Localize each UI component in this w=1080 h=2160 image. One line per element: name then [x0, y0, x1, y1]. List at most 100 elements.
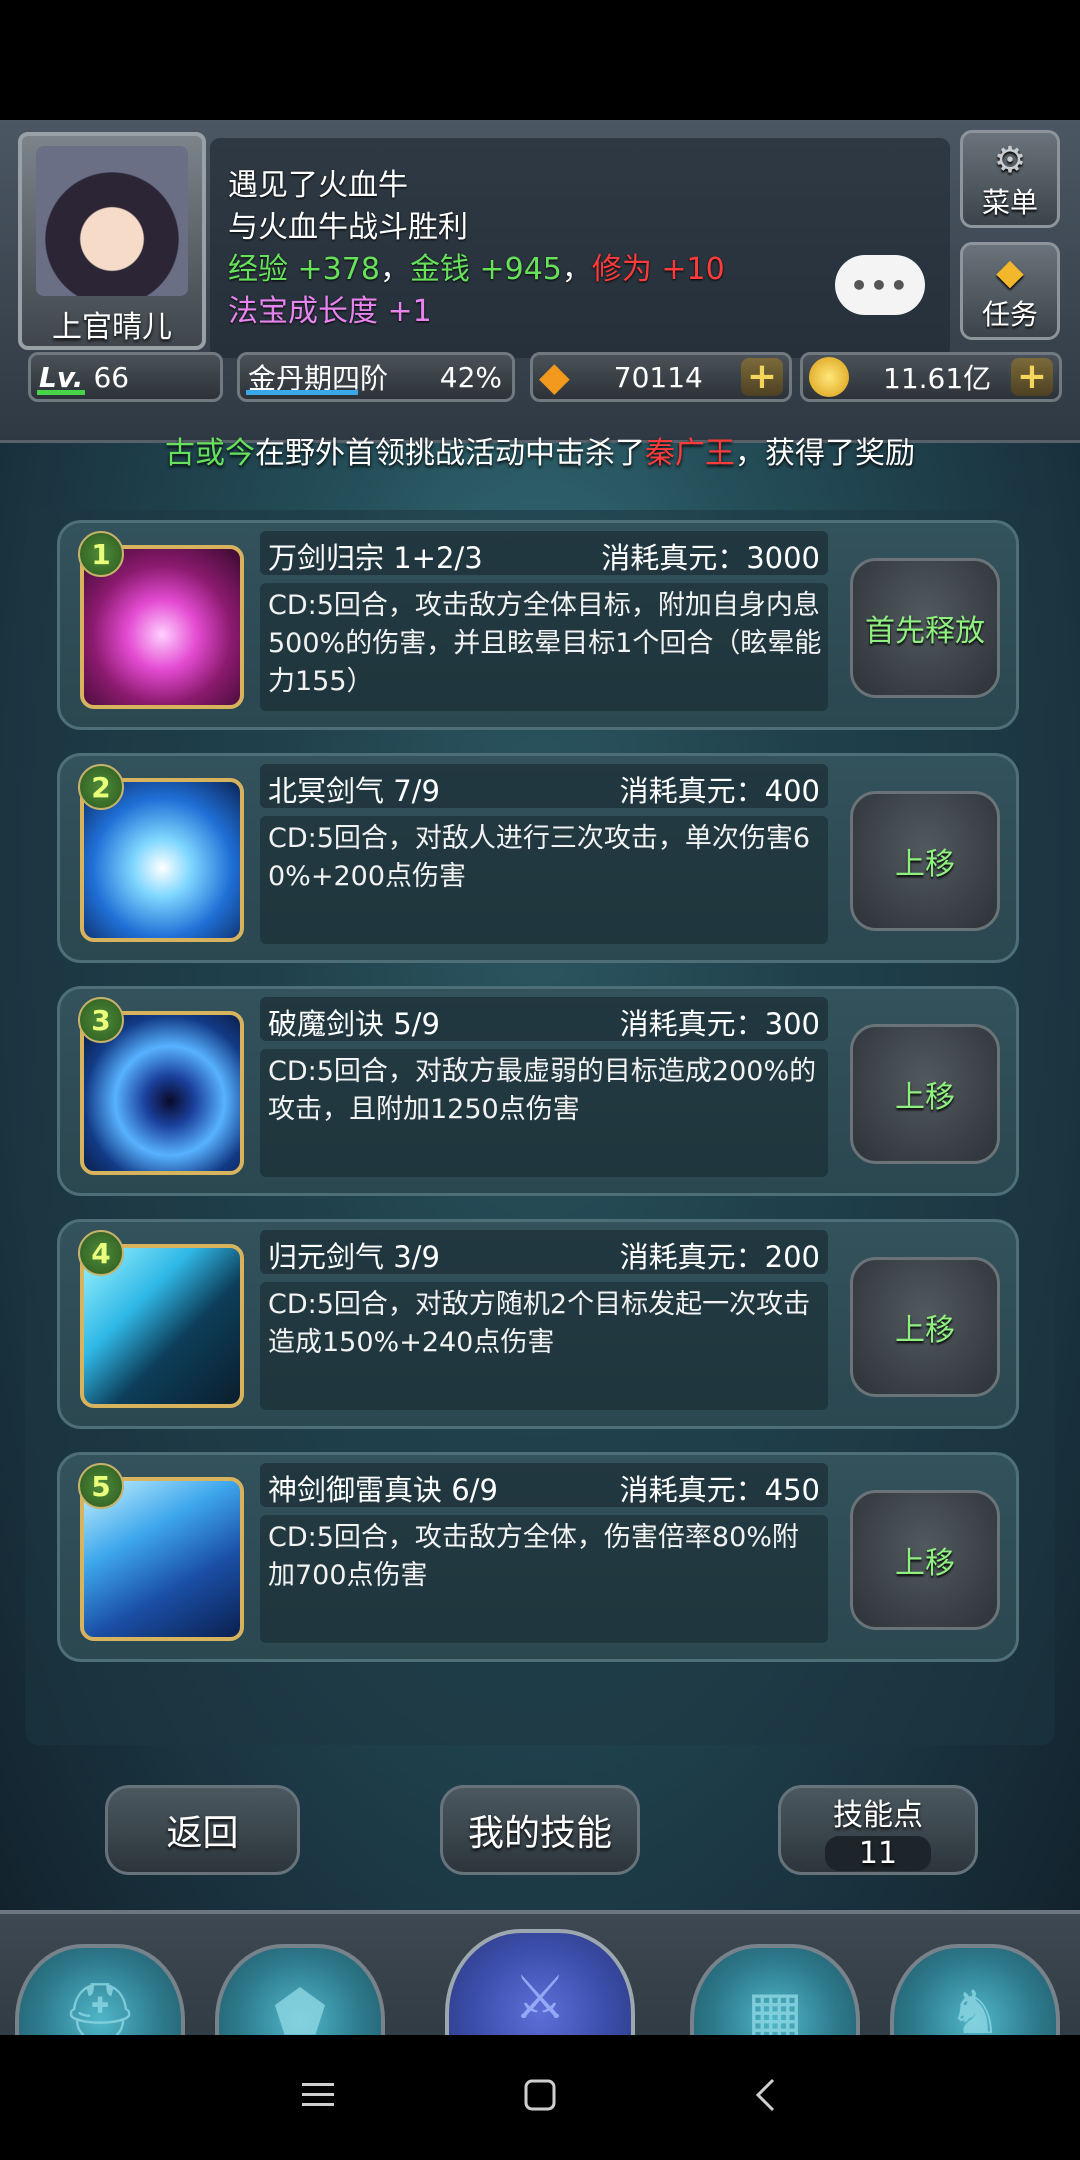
skill-order-badge: 5	[78, 1463, 124, 1509]
nav-companion[interactable]: ♞ 道侣	[890, 1944, 1060, 2035]
battle-log: 遇见了火血牛 与火血牛战斗胜利 经验 +378，金钱 +945，修为 +10 法…	[210, 138, 950, 358]
back-chevron-icon[interactable]	[730, 2065, 800, 2125]
skill-cost: 消耗真元：200	[619, 1240, 820, 1274]
skill-header: 归元剑气 3/9 消耗真元：200	[260, 1230, 828, 1274]
gear-icon: ⚙	[993, 140, 1027, 181]
announce-player: 古或今	[165, 436, 255, 471]
back-label: 返回	[166, 1813, 239, 1854]
system-announcement: 古或今在野外首领挑战活动中击杀了秦广王，获得了奖励	[0, 428, 1080, 478]
announce-boss: 秦广王	[645, 436, 735, 471]
skill-cost: 消耗真元：450	[619, 1473, 820, 1507]
diamond-icon: ◆	[539, 354, 570, 400]
skill-card: 2 北冥剑气 7/9 消耗真元：400 CD:5回合，对敌人进行三次攻击，单次伤…	[57, 753, 1019, 963]
my-skills-label: 我的技能	[467, 1813, 612, 1854]
announce-text-2: ，获得了奖励	[735, 436, 915, 471]
system-nav-bar	[0, 2035, 1080, 2160]
back-button[interactable]: 返回	[105, 1785, 300, 1875]
skill-cost: 消耗真元：400	[619, 774, 820, 808]
my-skills-button[interactable]: 我的技能	[440, 1785, 640, 1875]
task-label: 任务	[981, 298, 1038, 331]
skill-description: CD:5回合，对敌方最虚弱的目标造成200%的攻击，且附加1250点伤害	[268, 1056, 817, 1125]
move-up-button[interactable]: 上移	[850, 791, 1000, 931]
skill-name: 破魔剑诀 5/9	[268, 1007, 440, 1041]
skill-order-badge: 1	[78, 531, 124, 577]
nav-character[interactable]: ▦ 角色	[690, 1944, 860, 2035]
menu-label: 菜单	[981, 186, 1038, 219]
announce-text-1: 在野外首领挑战活动中击杀了	[255, 436, 645, 471]
chat-bubble-icon[interactable]: •••	[835, 255, 925, 315]
home-square-icon[interactable]	[505, 2065, 575, 2125]
log-line-4: 法宝成长度 +1	[228, 294, 432, 329]
skill-description-box: CD:5回合，对敌方随机2个目标发起一次攻击造成150%+240点伤害	[260, 1282, 828, 1410]
bag-icon: ⬟	[273, 1978, 327, 2035]
skill-order-badge: 3	[78, 997, 124, 1043]
coin-icon	[809, 357, 849, 397]
chest-icon: ▦	[746, 1978, 804, 2035]
level-label: Lv.	[39, 360, 84, 394]
level-value: 66	[93, 360, 130, 394]
skill-name: 北冥剑气 7/9	[268, 774, 440, 808]
skill-description-box: CD:5回合，对敌人进行三次攻击，单次伤害60%+200点伤害	[260, 816, 828, 944]
skill-card: 5 神剑御雷真诀 6/9 消耗真元：450 CD:5回合，攻击敌方全体，伤害倍率…	[57, 1452, 1019, 1662]
skill-header: 破魔剑诀 5/9 消耗真元：300	[260, 997, 828, 1041]
player-name: 上官晴儿	[52, 310, 172, 345]
game-screen: 上官晴儿 遇见了火血牛 与火血牛战斗胜利 经验 +378，金钱 +945，修为 …	[0, 120, 1080, 2035]
nav-bag[interactable]: ⬟ 行囊	[215, 1944, 385, 2035]
move-up-button[interactable]: 上移	[850, 1024, 1000, 1164]
level-bar: Lv. 66	[28, 352, 223, 402]
coins-value: 11.61亿	[883, 362, 992, 395]
skill-points-display: 技能点 11	[778, 1785, 978, 1875]
skill-points-label: 技能点	[833, 1797, 923, 1833]
move-up-button[interactable]: 上移	[850, 1490, 1000, 1630]
task-button[interactable]: ◆ 任务	[960, 242, 1060, 340]
skill-description: CD:5回合，攻击敌方全体目标，附加自身内息500%的伤害，并且眩晕目标1个回合…	[268, 590, 822, 697]
skill-order-badge: 2	[78, 764, 124, 810]
nav-battle[interactable]: ⚔ 战斗	[445, 1929, 635, 2035]
log-line-2: 与火血牛战斗胜利	[228, 210, 468, 245]
add-gems-button[interactable]: +	[741, 358, 783, 396]
coins-bar: 11.61亿 +	[800, 352, 1062, 402]
skill-card: 3 破魔剑诀 5/9 消耗真元：300 CD:5回合，对敌方最虚弱的目标造成20…	[57, 986, 1019, 1196]
log-exp: 经验 +378	[228, 252, 380, 287]
log-line-3: 经验 +378，金钱 +945，修为 +10	[228, 244, 725, 288]
header-panel: 上官晴儿 遇见了火血牛 与火血牛战斗胜利 经验 +378，金钱 +945，修为 …	[0, 120, 1080, 443]
swords-icon: ⚔	[513, 1963, 567, 2033]
skill-points-value: 11	[824, 1835, 932, 1871]
skill-card: 4 归元剑气 3/9 消耗真元：200 CD:5回合，对敌方随机2个目标发起一次…	[57, 1219, 1019, 1429]
skill-name: 神剑御雷真诀 6/9	[268, 1473, 498, 1507]
skill-header: 神剑御雷真诀 6/9 消耗真元：450	[260, 1463, 828, 1507]
log-separator: ，	[561, 252, 592, 287]
nav-home[interactable]: ⛑ 主页	[15, 1944, 185, 2035]
menu-lines-icon[interactable]	[283, 2065, 353, 2125]
log-line-1: 遇见了火血牛	[228, 168, 408, 203]
gems-value: 70114	[613, 360, 703, 394]
gems-bar: ◆ 70114 +	[530, 352, 792, 402]
skill-description-box: CD:5回合，攻击敌方全体目标，附加自身内息500%的伤害，并且眩晕目标1个回合…	[260, 583, 828, 711]
realm-progress-fill	[246, 390, 358, 395]
avatar-frame[interactable]: 上官晴儿	[18, 132, 206, 350]
skill-name: 万剑归宗 1+2/3	[268, 541, 483, 575]
realm-bar: 金丹期四阶 42%	[237, 352, 515, 402]
realm-progress: 42%	[439, 360, 502, 394]
log-money: 金钱 +945	[409, 252, 562, 287]
skill-action-button[interactable]: 首先释放	[850, 558, 1000, 698]
skill-description: CD:5回合，对敌方随机2个目标发起一次攻击造成150%+240点伤害	[268, 1289, 811, 1358]
skill-description: CD:5回合，对敌人进行三次攻击，单次伤害60%+200点伤害	[268, 823, 811, 892]
skill-cost: 消耗真元：300	[619, 1007, 820, 1041]
log-cultivation: 修为 +10	[591, 252, 725, 287]
skill-description-box: CD:5回合，攻击敌方全体，伤害倍率80%附加700点伤害	[260, 1515, 828, 1643]
menu-button[interactable]: ⚙ 菜单	[960, 130, 1060, 228]
level-exp-fill	[37, 390, 85, 395]
gem-icon: ◆	[996, 252, 1024, 293]
helmet-icon: ⛑	[61, 1979, 139, 2035]
skill-order-badge: 4	[78, 1230, 124, 1276]
move-up-button[interactable]: 上移	[850, 1257, 1000, 1397]
skill-list[interactable]: 1 万剑归宗 1+2/3 消耗真元：3000 CD:5回合，攻击敌方全体目标，附…	[25, 510, 1055, 1745]
log-separator: ，	[379, 252, 410, 287]
add-coins-button[interactable]: +	[1011, 358, 1053, 396]
skill-card: 1 万剑归宗 1+2/3 消耗真元：3000 CD:5回合，攻击敌方全体目标，附…	[57, 520, 1019, 730]
avatar[interactable]	[36, 146, 188, 296]
bottom-navigation: ⛑ 主页 ⬟ 行囊 ⚔ 战斗 ▦ 角色 ♞ 道侣	[0, 1910, 1080, 2035]
skill-description: CD:5回合，攻击敌方全体，伤害倍率80%附加700点伤害	[268, 1522, 799, 1591]
skill-description-box: CD:5回合，对敌方最虚弱的目标造成200%的攻击，且附加1250点伤害	[260, 1049, 828, 1177]
